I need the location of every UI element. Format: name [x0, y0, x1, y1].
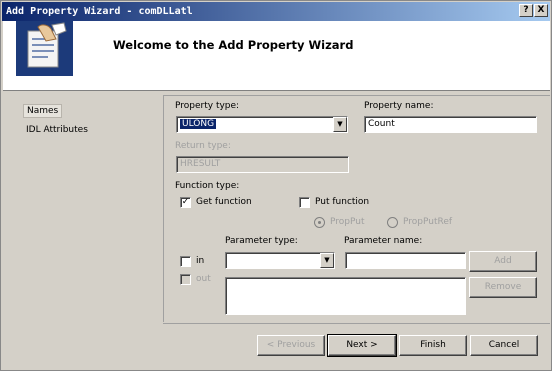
- property-name-label: Property name:: [364, 101, 434, 111]
- propputref-radio[interactable]: [387, 217, 398, 228]
- parameter-name-input[interactable]: [345, 252, 466, 269]
- property-type-dropdown[interactable]: ULONG ▼: [176, 116, 348, 133]
- property-type-value: ULONG: [180, 119, 217, 129]
- return-type-label: Return type:: [175, 141, 231, 151]
- sidebar: Names IDL Attributes: [3, 92, 161, 368]
- finish-button[interactable]: Finish: [399, 335, 467, 356]
- put-function-checkbox[interactable]: [299, 197, 310, 208]
- window-title: Add Property Wizard - comDLLatl: [6, 6, 193, 17]
- chevron-down-icon[interactable]: ▼: [333, 117, 347, 132]
- cancel-button[interactable]: Cancel: [470, 335, 538, 356]
- header-title: Welcome to the Add Property Wizard: [113, 38, 354, 52]
- chevron-down-icon[interactable]: ▼: [320, 253, 334, 268]
- close-button[interactable]: X: [534, 4, 548, 17]
- parameter-list[interactable]: [225, 277, 466, 315]
- get-function-label: Get function: [196, 197, 252, 207]
- property-type-label: Property type:: [175, 101, 240, 111]
- wizard-document-hand-icon: [16, 21, 73, 76]
- remove-button[interactable]: Remove: [469, 277, 537, 298]
- out-label: out: [196, 274, 211, 284]
- help-button[interactable]: ?: [519, 4, 533, 17]
- function-type-label: Function type:: [175, 181, 240, 191]
- property-name-value: Count: [368, 119, 395, 129]
- propput-radio[interactable]: [314, 217, 325, 228]
- parameter-type-dropdown[interactable]: ▼: [225, 252, 335, 269]
- next-button[interactable]: Next >: [327, 334, 397, 357]
- out-checkbox[interactable]: [180, 274, 191, 285]
- add-button[interactable]: Add: [469, 251, 537, 272]
- sidebar-item-idl-attributes[interactable]: IDL Attributes: [23, 124, 91, 136]
- propput-label: PropPut: [330, 217, 365, 227]
- parameter-type-label: Parameter type:: [225, 236, 298, 246]
- footer-separator: [163, 323, 550, 324]
- put-function-label: Put function: [315, 197, 370, 207]
- previous-button[interactable]: < Previous: [257, 335, 325, 356]
- sidebar-item-names[interactable]: Names: [23, 104, 63, 118]
- parameter-name-label: Parameter name:: [344, 236, 423, 246]
- title-bar[interactable]: Add Property Wizard - comDLLatl: [2, 2, 550, 21]
- in-label: in: [196, 256, 205, 266]
- property-name-input[interactable]: Count: [364, 116, 537, 133]
- wizard-header: Welcome to the Add Property Wizard: [3, 21, 550, 91]
- in-checkbox[interactable]: [180, 256, 191, 267]
- get-function-checkbox[interactable]: ✓: [180, 197, 191, 208]
- wizard-window: Add Property Wizard - comDLLatl ? X Welc…: [0, 0, 552, 371]
- names-page: Property type: ULONG ▼ Property name: Co…: [163, 95, 550, 322]
- return-type-input: HRESULT: [176, 156, 349, 173]
- propputref-label: PropPutRef: [403, 217, 453, 227]
- return-type-value: HRESULT: [180, 159, 221, 169]
